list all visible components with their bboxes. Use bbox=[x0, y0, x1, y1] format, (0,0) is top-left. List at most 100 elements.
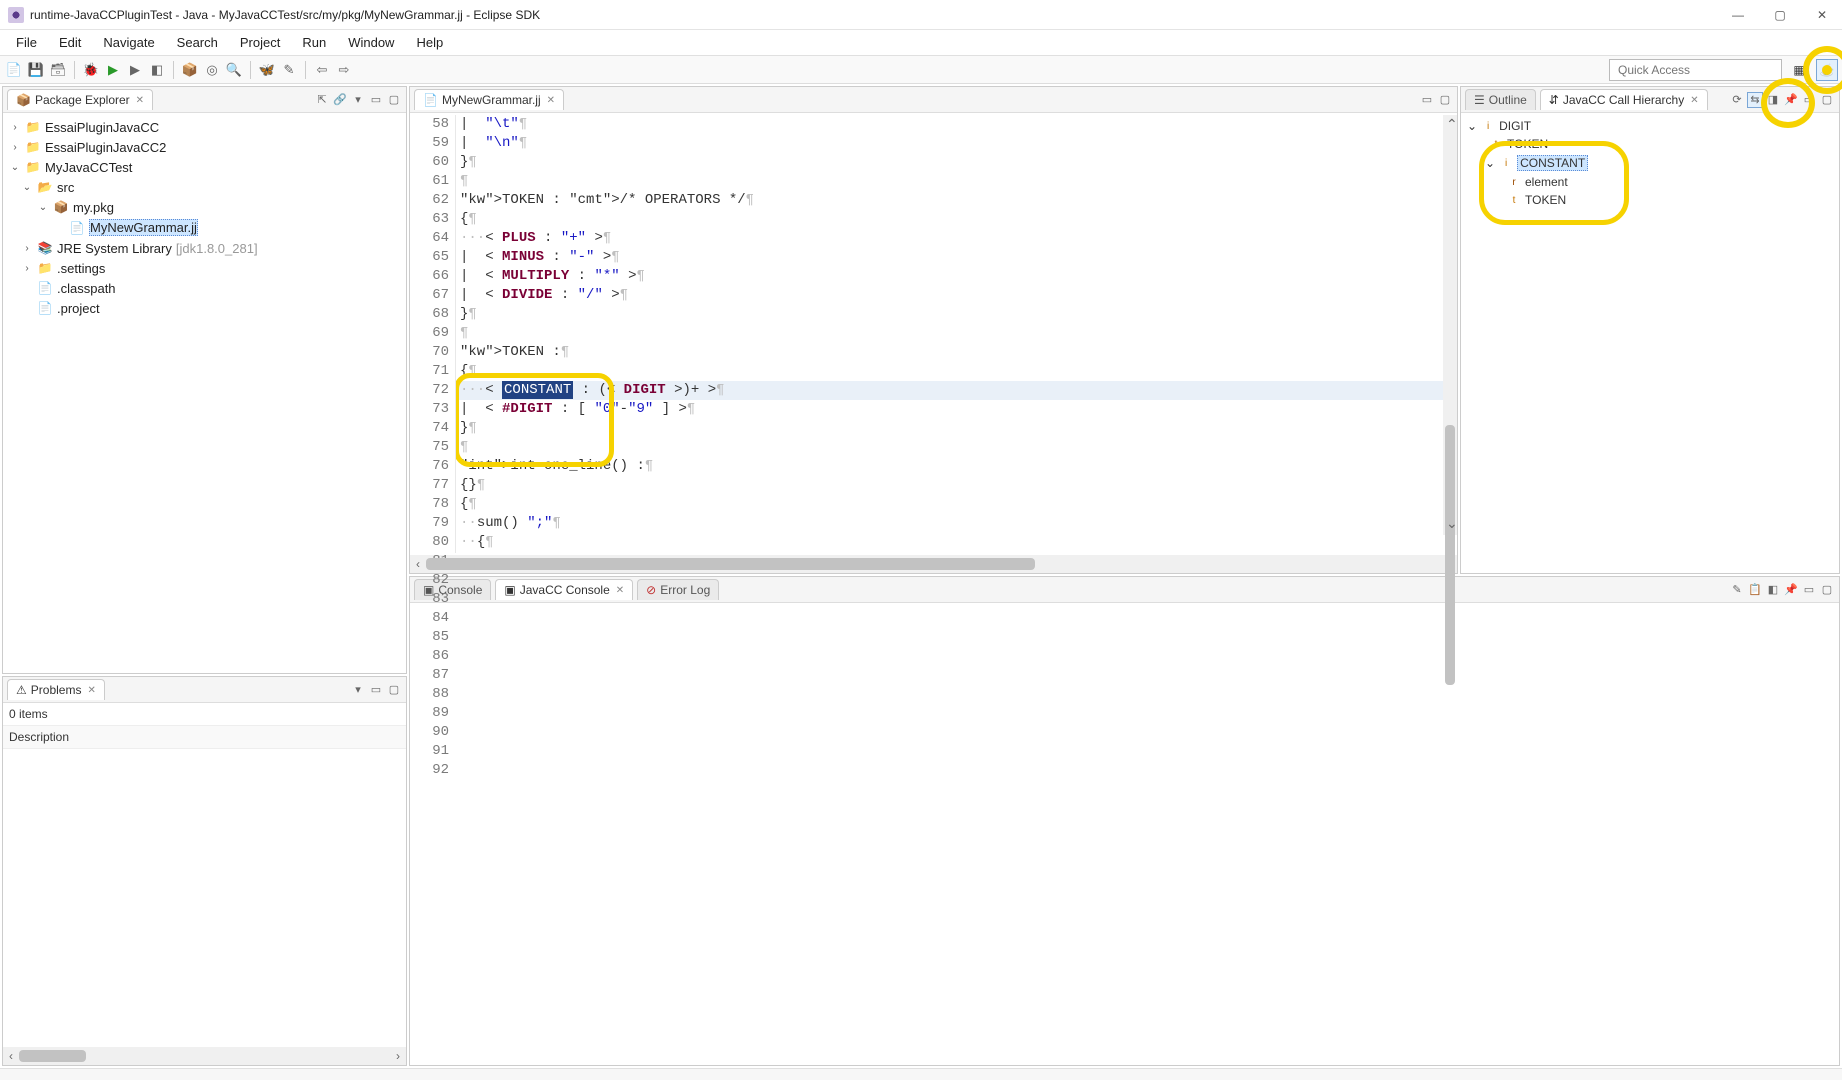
view-menu-button[interactable]: ▾ bbox=[350, 682, 366, 698]
window-title: runtime-JavaCCPluginTest - Java - MyJava… bbox=[30, 8, 1726, 22]
src-item[interactable]: src bbox=[57, 180, 74, 195]
editor-body[interactable]: 5859606162636465666768697071727374757677… bbox=[410, 115, 1457, 553]
token-icon: t bbox=[1507, 193, 1521, 207]
minimize-button[interactable]: — bbox=[1726, 3, 1750, 27]
hierarchy-title: JavaCC Call Hierarchy bbox=[1563, 93, 1684, 107]
outline-icon: ☰ bbox=[1474, 93, 1485, 107]
close-icon[interactable]: ✕ bbox=[87, 685, 95, 696]
problems-status: 0 items bbox=[3, 703, 406, 726]
menu-edit[interactable]: Edit bbox=[49, 31, 91, 54]
menu-run[interactable]: Run bbox=[292, 31, 336, 54]
clear-console-button[interactable]: ✎ bbox=[1729, 582, 1745, 598]
refresh-button[interactable]: ⟳ bbox=[1729, 92, 1745, 108]
minimize-view-button[interactable]: ▭ bbox=[368, 682, 384, 698]
close-icon[interactable]: ✕ bbox=[616, 585, 624, 596]
close-icon[interactable]: ✕ bbox=[136, 95, 144, 106]
view-menu-button[interactable]: ▾ bbox=[350, 92, 366, 108]
problems-tab[interactable]: ⚠ Problems ✕ bbox=[7, 679, 105, 700]
file-item[interactable]: MyNewGrammar.jj bbox=[89, 219, 198, 236]
run-button[interactable]: ▶ bbox=[103, 60, 123, 80]
save-all-button[interactable]: 🗃 bbox=[48, 60, 68, 80]
collapse-all-button[interactable]: ⇱ bbox=[314, 92, 330, 108]
hierarchy-button[interactable]: ◨ bbox=[1765, 92, 1781, 108]
maximize-view-button[interactable]: ▢ bbox=[386, 682, 402, 698]
outline-tree[interactable]: ⌄iDIGIT tTOKEN ⌄iCONSTANT relement tTOKE… bbox=[1461, 113, 1839, 573]
forward-button[interactable]: ⇨ bbox=[334, 60, 354, 80]
package-explorer-tab[interactable]: 📦 Package Explorer ✕ bbox=[7, 89, 153, 110]
menu-project[interactable]: Project bbox=[230, 31, 290, 54]
javacc-console-tab[interactable]: ▣ JavaCC Console ✕ bbox=[495, 579, 633, 600]
editor-v-scrollbar[interactable]: ⌃ ⌄ bbox=[1443, 115, 1457, 535]
javacc-hierarchy-tab[interactable]: ⇵ JavaCC Call Hierarchy ✕ bbox=[1540, 89, 1708, 110]
jre-item[interactable]: JRE System Library bbox=[57, 241, 172, 256]
new-class-button[interactable]: ◎ bbox=[202, 60, 222, 80]
java-perspective-button[interactable]: ☕ bbox=[1816, 59, 1838, 81]
pin-button[interactable]: 📌 bbox=[1783, 92, 1799, 108]
back-button[interactable]: ⇦ bbox=[312, 60, 332, 80]
save-button[interactable]: 💾 bbox=[26, 60, 46, 80]
open-type-button[interactable]: 🔍 bbox=[224, 60, 244, 80]
errorlog-title: Error Log bbox=[660, 583, 710, 597]
token-icon: t bbox=[1489, 137, 1503, 151]
maximize-editor-button[interactable]: ▢ bbox=[1437, 92, 1453, 108]
outline-root[interactable]: DIGIT bbox=[1499, 119, 1531, 133]
link-editor-button[interactable]: 🔗 bbox=[332, 92, 348, 108]
maximize-view-button[interactable]: ▢ bbox=[386, 92, 402, 108]
code-area[interactable]: | "\t"¶| "\n"¶}¶¶"kw">TOKEN : "cmt">/* O… bbox=[456, 115, 1457, 553]
menu-search[interactable]: Search bbox=[167, 31, 228, 54]
package-icon: 📦 bbox=[53, 199, 69, 215]
project-icon: 📁 bbox=[25, 139, 41, 155]
project-item[interactable]: MyJavaCCTest bbox=[45, 160, 132, 175]
new-button[interactable]: 📄 bbox=[4, 60, 24, 80]
outline-item[interactable]: CONSTANT bbox=[1517, 155, 1588, 171]
outline-item[interactable]: element bbox=[1525, 175, 1568, 189]
editor-h-scrollbar[interactable]: ‹› bbox=[410, 555, 1457, 573]
project-item[interactable]: EssaiPluginJavaCC2 bbox=[45, 140, 166, 155]
new-package-button[interactable]: 📦 bbox=[180, 60, 200, 80]
constant-icon: i bbox=[1499, 156, 1513, 170]
search-button[interactable]: 🦋 bbox=[257, 60, 277, 80]
maximize-view-button[interactable]: ▢ bbox=[1819, 582, 1835, 598]
open-perspective-button[interactable]: ▦ bbox=[1788, 59, 1810, 81]
menu-help[interactable]: Help bbox=[406, 31, 453, 54]
run-last-button[interactable]: ▶ bbox=[125, 60, 145, 80]
toggle-button[interactable]: ◧ bbox=[1765, 582, 1781, 598]
copy-button[interactable]: 📋 bbox=[1747, 582, 1763, 598]
settings-item[interactable]: .settings bbox=[57, 261, 105, 276]
menu-file[interactable]: File bbox=[6, 31, 47, 54]
maximize-view-button[interactable]: ▢ bbox=[1819, 92, 1835, 108]
annotation-button[interactable]: ✎ bbox=[279, 60, 299, 80]
project-file-item[interactable]: .project bbox=[57, 301, 100, 316]
outline-item[interactable]: TOKEN bbox=[1507, 137, 1548, 151]
minimize-view-button[interactable]: ▭ bbox=[1801, 92, 1817, 108]
problems-h-scrollbar[interactable]: ‹› bbox=[3, 1047, 406, 1065]
project-icon: 📁 bbox=[25, 119, 41, 135]
close-icon[interactable]: ✕ bbox=[547, 95, 555, 106]
pkg-item[interactable]: my.pkg bbox=[73, 200, 114, 215]
editor-tab[interactable]: 📄 MyNewGrammar.jj ✕ bbox=[414, 89, 564, 110]
caller-callee-button[interactable]: ⇆ bbox=[1747, 92, 1763, 108]
minimize-view-button[interactable]: ▭ bbox=[1801, 582, 1817, 598]
close-icon[interactable]: ✕ bbox=[1690, 95, 1698, 106]
close-window-button[interactable]: ✕ bbox=[1810, 3, 1834, 27]
quick-access-input[interactable] bbox=[1609, 59, 1782, 81]
classpath-item[interactable]: .classpath bbox=[57, 281, 116, 296]
main-toolbar: 📄 💾 🗃 🐞 ▶ ▶ ◧ 📦 ◎ 🔍 🦋 ✎ ⇦ ⇨ ▦ ☕ bbox=[0, 56, 1842, 84]
coverage-button[interactable]: ◧ bbox=[147, 60, 167, 80]
errorlog-tab[interactable]: ⊘ Error Log bbox=[637, 579, 719, 600]
project-item[interactable]: EssaiPluginJavaCC bbox=[45, 120, 159, 135]
outline-item[interactable]: TOKEN bbox=[1525, 193, 1566, 207]
menu-navigate[interactable]: Navigate bbox=[93, 31, 164, 54]
menu-window[interactable]: Window bbox=[338, 31, 404, 54]
problems-column-description[interactable]: Description bbox=[3, 726, 406, 749]
hierarchy-icon: ⇵ bbox=[1549, 93, 1559, 107]
minimize-editor-button[interactable]: ▭ bbox=[1419, 92, 1435, 108]
outline-tab[interactable]: ☰ Outline bbox=[1465, 89, 1536, 110]
digit-icon: i bbox=[1481, 119, 1495, 133]
package-explorer-tree[interactable]: ›📁EssaiPluginJavaCC ›📁EssaiPluginJavaCC2… bbox=[3, 113, 406, 673]
minimize-view-button[interactable]: ▭ bbox=[368, 92, 384, 108]
debug-button[interactable]: 🐞 bbox=[81, 60, 101, 80]
maximize-button[interactable]: ▢ bbox=[1768, 3, 1792, 27]
project-icon: 📁 bbox=[25, 159, 41, 175]
pin-button[interactable]: 📌 bbox=[1783, 582, 1799, 598]
